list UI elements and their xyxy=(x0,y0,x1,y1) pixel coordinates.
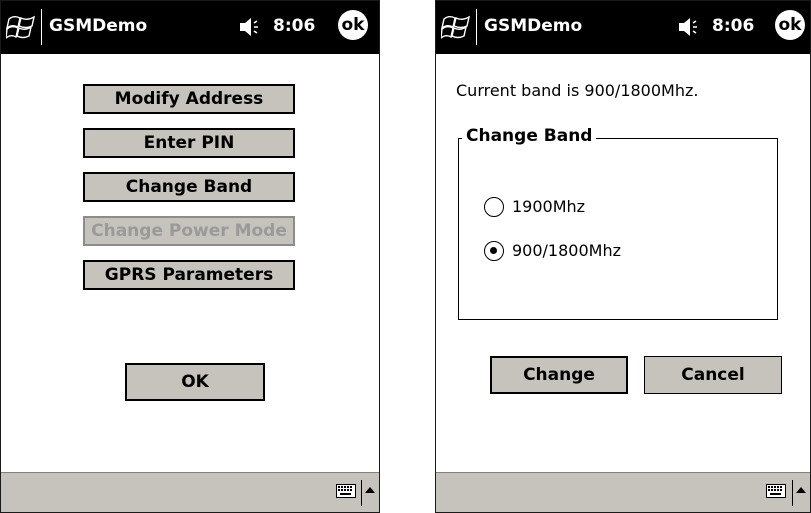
change-power-mode-button: Change Power Mode xyxy=(83,216,295,246)
up-arrow-icon[interactable] xyxy=(796,487,806,493)
ok-icon[interactable]: ok xyxy=(775,10,805,40)
speaker-icon[interactable] xyxy=(237,14,263,40)
app-title: GSMDemo xyxy=(484,16,583,36)
title-separator xyxy=(476,9,477,45)
group-title: Change Band xyxy=(462,124,597,148)
clock[interactable]: 8:06 xyxy=(273,15,315,37)
keyboard-icon[interactable] xyxy=(336,484,356,498)
change-band-button[interactable]: Change Band xyxy=(83,172,295,202)
clock[interactable]: 8:06 xyxy=(712,15,754,37)
modify-address-button[interactable]: Modify Address xyxy=(83,84,295,114)
title-bar: GSMDemo 8:06 ok xyxy=(436,1,810,54)
keyboard-icon[interactable] xyxy=(766,484,786,498)
change-band-screen: GSMDemo 8:06 ok Current band is 900/1800… xyxy=(435,0,811,513)
app-title: GSMDemo xyxy=(49,16,148,36)
enter-pin-button[interactable]: Enter PIN xyxy=(83,128,295,158)
input-separator xyxy=(792,480,793,506)
ok-button[interactable]: OK xyxy=(125,363,265,401)
up-arrow-icon[interactable] xyxy=(365,487,375,493)
gsmdemo-main-screen: GSMDemo 8:06 ok Modify Address Enter PIN… xyxy=(0,0,380,513)
radio-label: 900/1800Mhz xyxy=(512,241,621,260)
bottom-bar xyxy=(436,472,810,512)
speaker-icon[interactable] xyxy=(676,14,702,40)
current-band-text: Current band is 900/1800Mhz. xyxy=(456,81,699,100)
windows-flag-icon[interactable] xyxy=(6,13,36,41)
change-button[interactable]: Change xyxy=(490,356,628,394)
bottom-bar xyxy=(1,472,379,512)
ok-icon[interactable]: ok xyxy=(338,10,368,40)
windows-flag-icon[interactable] xyxy=(441,13,471,41)
radio-button-selected[interactable] xyxy=(484,241,504,261)
input-separator xyxy=(361,480,362,506)
change-band-group xyxy=(458,138,778,320)
title-bar: GSMDemo 8:06 ok xyxy=(1,1,379,54)
cancel-button[interactable]: Cancel xyxy=(644,356,782,394)
gprs-parameters-button[interactable]: GPRS Parameters xyxy=(83,260,295,290)
radio-button[interactable] xyxy=(484,197,504,217)
selected-dot xyxy=(490,247,497,254)
radio-label: 1900Mhz xyxy=(512,197,586,216)
title-separator xyxy=(41,9,42,45)
